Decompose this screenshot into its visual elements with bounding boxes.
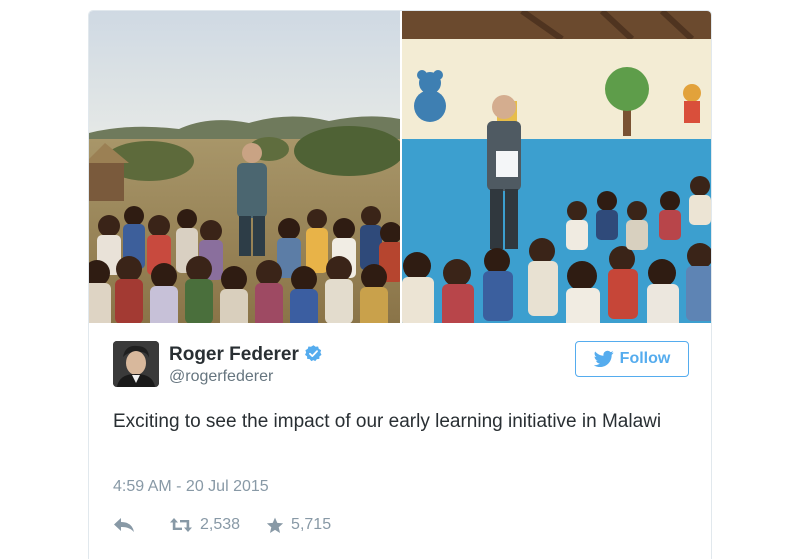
outdoor-group-photo[interactable] xyxy=(89,11,400,323)
author-name-text: Roger Federer xyxy=(169,344,299,365)
tweet-author: Roger Federer @rogerfederer Follow xyxy=(113,341,689,389)
author-screen-name[interactable]: @rogerfederer xyxy=(169,368,273,386)
tweet-timestamp[interactable]: 4:59 AM - 20 Jul 2015 xyxy=(113,478,269,496)
tweet-actions: 2,538 5,715 xyxy=(113,514,331,536)
tweet-text: Exciting to see the impact of our early … xyxy=(113,411,662,432)
author-display-name[interactable]: Roger Federer xyxy=(169,344,323,366)
media-grid xyxy=(89,11,711,323)
like-count: 5,715 xyxy=(291,516,332,533)
follow-label: Follow xyxy=(619,350,671,367)
classroom-photo[interactable] xyxy=(402,11,711,323)
tweet-card: Roger Federer @rogerfederer Follow Excit… xyxy=(88,10,712,559)
star-icon xyxy=(266,517,284,533)
avatar[interactable] xyxy=(113,341,159,387)
twitter-bird-icon xyxy=(593,350,614,367)
retweet-count: 2,538 xyxy=(200,516,241,533)
reply-icon xyxy=(114,518,134,532)
verified-icon xyxy=(304,345,322,362)
retweet-button[interactable]: 2,538 xyxy=(169,516,240,534)
like-button[interactable]: 5,715 xyxy=(266,516,331,534)
follow-button[interactable]: Follow xyxy=(575,341,689,377)
retweet-icon xyxy=(170,518,192,532)
reply-button[interactable] xyxy=(113,517,135,533)
